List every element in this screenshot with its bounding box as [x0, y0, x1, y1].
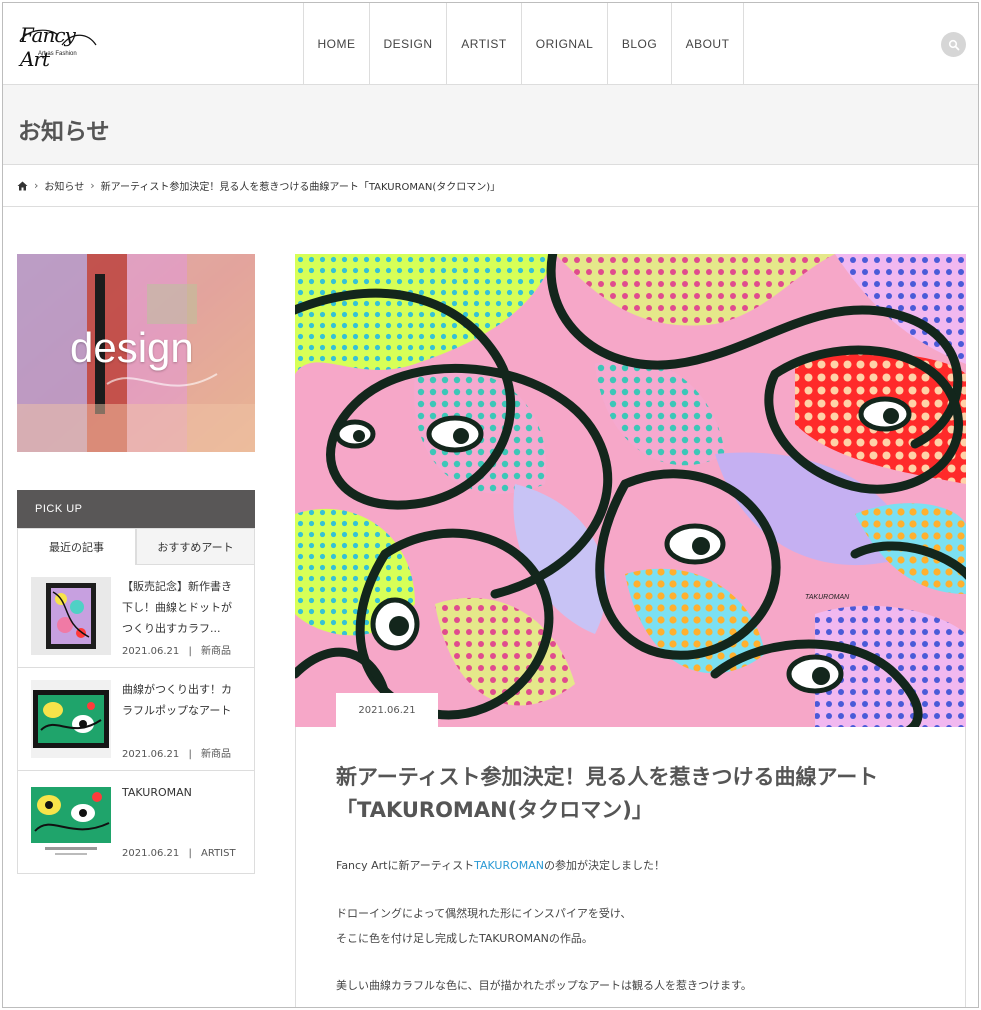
search-button[interactable] — [941, 32, 966, 57]
post-meta: 2021.06.21 | 新商品 — [122, 745, 231, 760]
article-paragraph: 美しい曲線カラフルな色に、目が描かれたポップなアートは観る人を惹きつけます。 — [336, 979, 752, 992]
post-category: 新商品 — [201, 646, 232, 657]
paragraph-text: Fancy Artに新アーティスト — [336, 859, 475, 872]
post-thumbnail — [31, 783, 111, 861]
logo-wordmark: Fancy Art — [20, 23, 76, 71]
home-icon[interactable] — [17, 181, 28, 191]
breadcrumb-item-news[interactable]: お知らせ — [44, 178, 84, 193]
pickup-tabs: 最近の記事 おすすめアート — [17, 528, 255, 565]
nav-home[interactable]: HOME — [304, 3, 370, 85]
site-logo[interactable]: Fancy Art Art as Fashion — [18, 23, 98, 71]
breadcrumb-separator-icon: › — [34, 179, 39, 192]
design-banner[interactable]: design — [17, 254, 255, 452]
nav-artist[interactable]: ARTIST — [447, 3, 522, 85]
post-meta: 2021.06.21 | 新商品 — [122, 642, 231, 657]
post-category: ARTIST — [201, 848, 236, 859]
breadcrumb-separator-icon: › — [90, 179, 95, 192]
meta-separator: | — [188, 749, 192, 760]
nav-about[interactable]: ABOUT — [672, 3, 744, 85]
post-meta: 2021.06.21 | ARTIST — [122, 848, 236, 859]
nav-blog[interactable]: BLOG — [608, 3, 672, 85]
banner-label: design — [70, 324, 194, 371]
page-title: お知らせ — [18, 119, 110, 145]
nav-orignal[interactable]: ORIGNAL — [522, 3, 608, 85]
post-title: 【販売記念】新作書き下し！曲線とドットがつくり出すカラフ... — [122, 580, 232, 635]
post-date: 2021.06.21 — [122, 646, 180, 657]
breadcrumb-item-current: 新アーティスト参加決定！見る人を惹きつける曲線アート「TAKUROMAN(タクロ… — [100, 182, 501, 193]
article-title: 新アーティスト参加決定！見る人を惹きつける曲線アート「TAKUROMAN(タクロ… — [336, 765, 879, 822]
article-body: 新アーティスト参加決定！見る人を惹きつける曲線アート「TAKUROMAN(タクロ… — [295, 727, 966, 1007]
paragraph-text: の参加が決定しました！ — [544, 859, 666, 872]
pickup-widget: PICK UP 最近の記事 おすすめアート 【販売記念】新作書き下し！曲線とドッ… — [17, 490, 255, 874]
logo-tagline: Art as Fashion — [38, 51, 77, 57]
post-title: TAKUROMAN — [122, 786, 192, 799]
post-title: 曲線がつくり出す！カラフルポップなアート — [122, 683, 232, 717]
article-date-badge: 2021.06.21 — [336, 693, 438, 728]
list-item[interactable]: TAKUROMAN 2021.06.21 | ARTIST — [18, 771, 254, 874]
article-paragraph: Fancy Artに新アーティストTAKUROMANの参加が決定しました！ — [336, 857, 665, 873]
article-hero-image: TAKUROMAN — [295, 254, 966, 727]
site-header: Fancy Art Art as Fashion HOME DESIGN ART… — [3, 3, 978, 85]
artwork-signature: TAKUROMAN — [805, 594, 850, 601]
post-date: 2021.06.21 — [122, 848, 180, 859]
title-band: お知らせ — [3, 85, 978, 165]
pickup-title: PICK UP — [17, 490, 255, 528]
article-paragraph: そこに色を付け足し完成したTAKUROMANの作品。 — [336, 932, 593, 945]
breadcrumb: › お知らせ › 新アーティスト参加決定！見る人を惹きつける曲線アート「TAKU… — [3, 165, 978, 207]
post-date: 2021.06.21 — [122, 749, 180, 760]
post-thumbnail — [31, 577, 111, 655]
artist-link[interactable]: TAKUROMAN — [474, 859, 544, 872]
page-frame: Fancy Art Art as Fashion HOME DESIGN ART… — [2, 2, 979, 1008]
tab-recent-posts[interactable]: 最近の記事 — [17, 528, 136, 565]
tab-recommended-art[interactable]: おすすめアート — [136, 528, 255, 565]
meta-separator: | — [188, 646, 192, 657]
meta-separator: | — [188, 848, 192, 859]
post-list: 【販売記念】新作書き下し！曲線とドットがつくり出すカラフ... 2021.06.… — [17, 565, 255, 874]
list-item[interactable]: 【販売記念】新作書き下し！曲線とドットがつくり出すカラフ... 2021.06.… — [18, 565, 254, 668]
post-category: 新商品 — [201, 749, 232, 760]
post-thumbnail — [31, 680, 111, 758]
article-paragraph: ドローイングによって偶然現れた形にインスパイアを受け、 — [336, 907, 632, 920]
search-icon — [948, 39, 959, 50]
list-item[interactable]: 曲線がつくり出す！カラフルポップなアート 2021.06.21 | 新商品 — [18, 668, 254, 771]
nav-design[interactable]: DESIGN — [370, 3, 447, 85]
main-nav: HOME DESIGN ARTIST ORIGNAL BLOG ABOUT — [303, 3, 744, 85]
